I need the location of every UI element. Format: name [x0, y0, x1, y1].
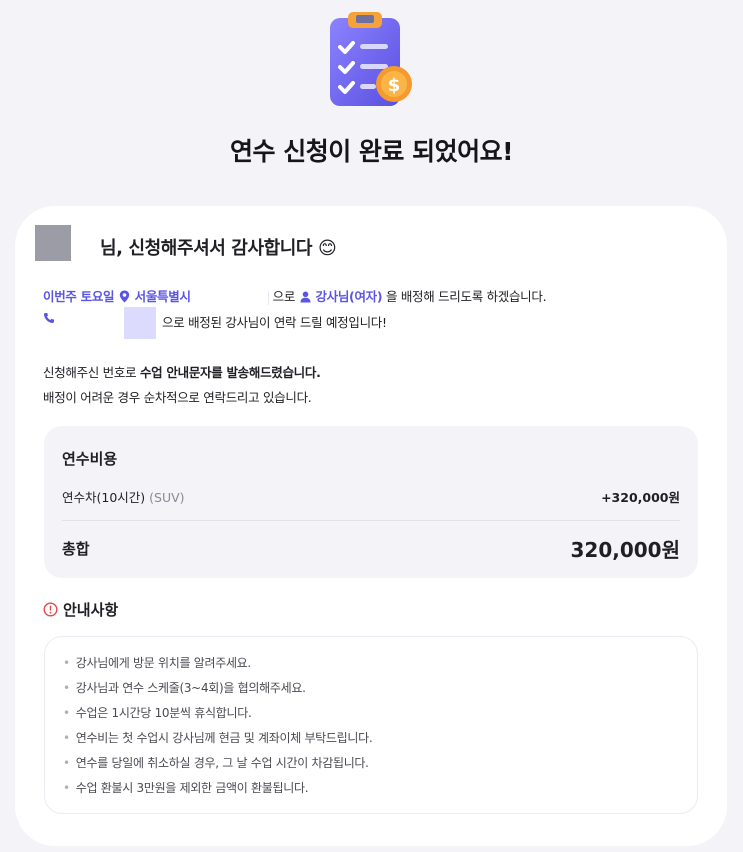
schedule-text: 이번주 토요일: [43, 289, 115, 304]
connector-text: 으로: [272, 289, 296, 304]
assignment-tail-text: 을 배정해 드리도록 하겠습니다.: [385, 289, 547, 304]
notice-title: 안내사항: [63, 601, 119, 619]
notice-item: 연수를 당일에 취소하실 경우, 그 날 수업 시간이 차감됩니다.: [63, 754, 372, 779]
notice-item: 강사님과 연수 스케줄(3~4회)을 협의해주세요.: [63, 679, 372, 704]
message-prefix-text: 신청해주신 번호로: [43, 365, 137, 380]
cost-title: 연수비용: [62, 450, 118, 468]
cost-item-sub: (SUV): [149, 490, 185, 505]
svg-text:$: $: [388, 75, 401, 96]
notice-item: 수업은 1시간당 10분씩 휴식합니다.: [63, 704, 372, 729]
cost-item-name: 연수차(10시간): [62, 490, 146, 505]
page-title: 연수 신청이 완료 되었어요!: [229, 137, 514, 166]
greeting-text: 님, 신청해주셔서 감사합니다 😊: [100, 238, 337, 259]
instructor-text: 강사님(여자): [315, 289, 383, 304]
notice-item: 수업 환불시 3만원을 제외한 금액이 환불됩니다.: [63, 779, 372, 804]
message-line-2: 배정이 어려운 경우 순차적으로 연락드리고 있습니다.: [43, 390, 312, 405]
notice-item: 강사님에게 방문 위치를 알려주세요.: [63, 654, 372, 679]
notice-box: 강사님에게 방문 위치를 알려주세요. 강사님과 연수 스케줄(3~4회)을 협…: [44, 636, 698, 814]
notice-heading: 안내사항: [43, 599, 118, 620]
clipboard-coin-icon: $: [330, 12, 412, 106]
message-line-1: 신청해주신 번호로 수업 안내문자를 발송해드렸습니다.: [43, 362, 321, 381]
notice-list: 강사님에게 방문 위치를 알려주세요. 강사님과 연수 스케줄(3~4회)을 협…: [63, 654, 373, 804]
phone-icon: [44, 313, 54, 323]
location-text: 서울특별시: [134, 289, 191, 304]
confirmation-card: 님, 신청해주셔서 감사합니다 😊 이번주 토요일 서울특별시 으로 강사님(여자…: [15, 206, 727, 846]
person-icon: [300, 291, 311, 303]
cost-item-amount: +320,000원: [601, 490, 680, 505]
total-label: 총합: [62, 540, 90, 558]
location-pin-icon: [119, 290, 130, 303]
message-bold-text: 수업 안내문자를 발송해드렸습니다.: [139, 365, 321, 380]
cost-divider: [62, 520, 680, 521]
phone-number-redacted: [124, 307, 156, 339]
info-circle-icon: [43, 602, 58, 617]
cost-summary: 연수비용 연수차(10시간) (SUV) +320,000원 총합 320,00…: [44, 426, 698, 578]
cost-item: 연수차(10시간) (SUV): [62, 487, 185, 506]
total-amount: 320,000원: [570, 538, 681, 562]
notice-item: 연수비는 첫 수업시 강사님께 현금 및 계좌이체 부탁드립니다.: [63, 729, 373, 754]
contact-text: 으로 배정된 강사님이 연락 드릴 예정입니다!: [162, 315, 387, 330]
address-redacted: [191, 290, 269, 305]
assignment-line: 이번주 토요일 서울특별시 으로 강사님(여자) 을 배정해 드리도록 하겠습니다…: [43, 286, 547, 305]
user-avatar-redacted: [35, 225, 71, 261]
